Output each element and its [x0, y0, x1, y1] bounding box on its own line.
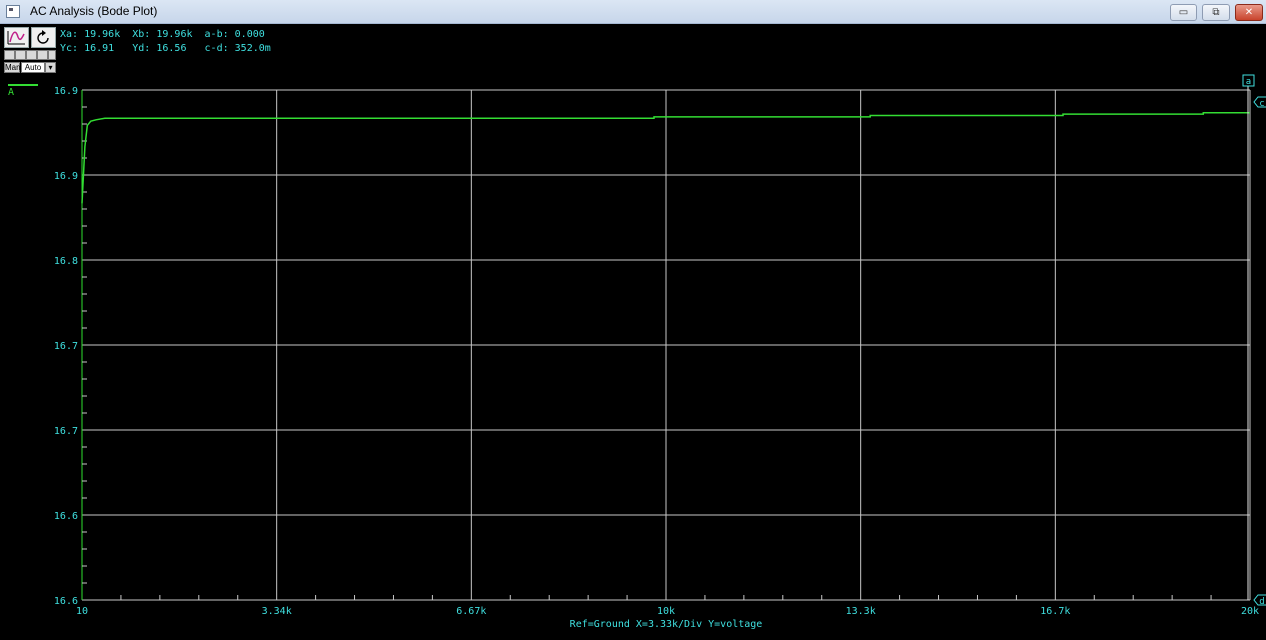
- cursors[interactable]: a c d: [1242, 74, 1266, 607]
- x-tick-label: 10: [76, 606, 88, 617]
- cursor-a-label: a: [1246, 77, 1251, 87]
- x-tick-label: 16.7k: [1040, 606, 1070, 617]
- y-tick-label: 16.6: [54, 596, 78, 607]
- y-tick-label: 16.9: [54, 86, 78, 97]
- x-tick-labels: 10 3.34k 6.67k 10k 13.3k 16.7k 20k: [76, 606, 1259, 617]
- y-tick-label: 16.7: [54, 426, 78, 437]
- x-tick-label: 3.34k: [262, 606, 292, 617]
- cursor-c-label: c: [1259, 99, 1264, 109]
- y-tick-label: 16.7: [54, 341, 78, 352]
- minor-ticks: [82, 106, 1212, 600]
- x-tick-label: 6.67k: [456, 606, 486, 617]
- plot-grid: [81, 89, 1251, 601]
- y-tick-label: 16.9: [54, 171, 78, 182]
- x-tick-label: 20k: [1241, 606, 1259, 617]
- plot-footer: Ref=Ground X=3.33k/Div Y=voltage: [570, 619, 763, 630]
- cursor-d-label: d: [1259, 597, 1264, 607]
- legend-label: A: [8, 87, 14, 98]
- y-tick-label: 16.6: [54, 511, 78, 522]
- x-tick-label: 10k: [657, 606, 675, 617]
- bode-plot[interactable]: 16.9 16.9 16.8 16.7 16.7 16.6 16.6 10 3.34k 6.67…: [0, 0, 1266, 640]
- x-tick-label: 13.3k: [846, 606, 876, 617]
- y-tick-labels: 16.9 16.9 16.8 16.7 16.7 16.6 16.6: [54, 86, 78, 607]
- y-tick-label: 16.8: [54, 256, 78, 267]
